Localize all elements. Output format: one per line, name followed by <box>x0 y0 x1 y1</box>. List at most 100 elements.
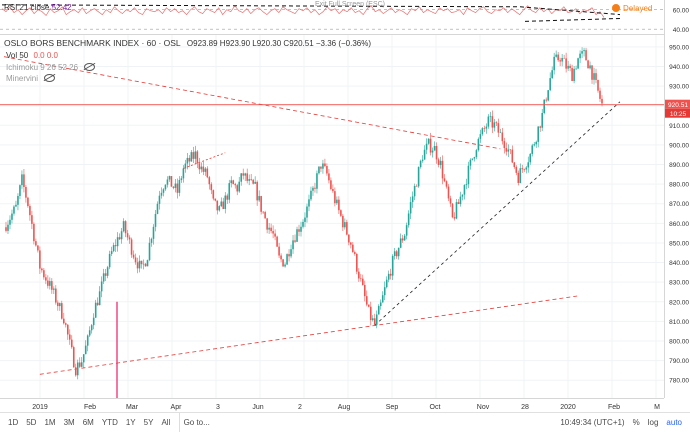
candle-body <box>435 145 438 160</box>
rsi-legend-label: RSI 21 close <box>4 3 50 12</box>
hidden-eye-icon[interactable] <box>44 74 56 82</box>
vol-legend[interactable]: Vol 50 0.0 0.0 <box>6 51 58 60</box>
ichimoku-legend[interactable]: Ichimoku 9 26 52 26 <box>6 62 96 72</box>
candle-body <box>168 176 171 180</box>
timeframe-3m[interactable]: 3M <box>60 413 79 432</box>
candle-body <box>178 179 181 193</box>
candle-body <box>491 116 494 128</box>
percent-toggle[interactable]: % <box>629 413 644 432</box>
candle-body <box>300 226 302 232</box>
candle-body <box>80 362 83 367</box>
candle-body <box>318 166 320 174</box>
candle-body <box>138 260 141 269</box>
timeframe-5y[interactable]: 5Y <box>140 413 158 432</box>
candle-body <box>346 222 348 235</box>
candle-body <box>262 211 264 213</box>
candle-body <box>565 58 567 69</box>
price-axis-label: 900.00 <box>669 142 689 149</box>
candle-body <box>238 181 241 192</box>
candle-body <box>220 201 223 207</box>
timeframe-ytd[interactable]: YTD <box>98 413 122 432</box>
candle-body <box>134 257 137 263</box>
candle-body <box>142 263 145 265</box>
exit-fullscreen-tip[interactable]: Exit Full Screen (ESC) <box>315 1 385 8</box>
candle-body <box>589 65 591 69</box>
auto-toggle[interactable]: auto <box>662 413 686 432</box>
candle-body <box>290 249 292 257</box>
candle-body <box>298 229 300 232</box>
candle-body <box>381 295 384 303</box>
candle-body <box>206 168 209 178</box>
log-toggle[interactable]: log <box>644 413 663 432</box>
bottom-toolbar: 1D 5D 1M 3M 6M YTD 1Y 5Y All Go to... 10:49:34 (… <box>0 412 690 432</box>
candle-body <box>234 184 237 186</box>
candle-body <box>595 73 597 80</box>
minervini-legend[interactable]: Minervini <box>6 73 56 83</box>
candle-body <box>250 179 252 180</box>
candle-body <box>49 281 51 286</box>
candle-body <box>55 288 57 303</box>
candle-body <box>254 181 256 184</box>
candle-body <box>375 314 378 325</box>
timeframe-1m[interactable]: 1M <box>40 413 59 432</box>
candle-body <box>66 324 69 335</box>
candle-body <box>202 166 205 172</box>
candle-body <box>194 151 197 159</box>
timeframe-all[interactable]: All <box>157 413 174 432</box>
candle-body <box>447 186 450 199</box>
candle-body <box>212 190 215 199</box>
candle-body <box>136 262 139 269</box>
candle-body <box>100 281 103 292</box>
price-axis-label: 870.00 <box>669 201 689 208</box>
candle-body <box>593 73 595 80</box>
time-axis[interactable]: 2019 Feb Mar Apr 3 Jun 2 Aug Sep Oct Nov 28 2020 Feb M <box>0 398 664 413</box>
price-axis[interactable]: 60.0040.00950.00940.00930.00920.00910.00… <box>664 0 690 398</box>
candle-body <box>192 152 195 159</box>
timeframe-1d[interactable]: 1D <box>4 413 22 432</box>
hidden-eye-icon[interactable] <box>84 63 96 71</box>
candle-body <box>497 123 500 133</box>
vol-values: 0.0 0.0 <box>33 51 58 60</box>
candle-body <box>128 237 131 240</box>
candle-body <box>37 245 39 251</box>
timeframe-5d[interactable]: 5D <box>22 413 40 432</box>
candle-body <box>256 181 258 201</box>
candle-body <box>459 196 462 205</box>
price-axis-label: 880.00 <box>669 182 689 189</box>
candle-body <box>102 273 105 282</box>
candle-body <box>461 194 464 197</box>
symbol-legend: OSLO BORS BENCHMARK INDEX · 60 · OSL O92… <box>4 38 371 48</box>
candle-body <box>140 260 143 265</box>
candle-body <box>90 325 93 331</box>
rsi-trendline-top <box>1 4 521 8</box>
candle-body <box>324 163 326 167</box>
price-axis-label: 940.00 <box>669 64 689 71</box>
candle-body <box>280 255 282 260</box>
timeframe-6m[interactable]: 6M <box>79 413 98 432</box>
candle-body <box>507 149 510 152</box>
candle-body <box>379 302 382 307</box>
candle-body <box>383 287 386 296</box>
rsi-legend-value: 52.42 <box>51 3 72 12</box>
candle-body <box>224 195 227 209</box>
candle-body <box>124 221 127 234</box>
candle-body <box>535 141 538 145</box>
price-axis-label: 910.00 <box>669 123 689 130</box>
candle-body <box>156 203 159 214</box>
goto-button[interactable]: Go to... <box>178 413 214 432</box>
candle-body <box>312 187 314 191</box>
candle-body <box>196 151 199 164</box>
candle-body <box>74 367 77 376</box>
rsi-pane[interactable]: RSI 21 close 52.42 Exit Full Screen (ESC… <box>0 0 664 35</box>
candle-body <box>515 167 518 173</box>
candle-body <box>11 213 13 220</box>
candle-body <box>190 152 193 162</box>
price-pane[interactable]: OSLO BORS BENCHMARK INDEX · 60 · OSL O92… <box>0 35 664 398</box>
timeframe-1y[interactable]: 1Y <box>122 413 140 432</box>
time-axis-label: Feb <box>608 404 620 411</box>
candle-body <box>395 251 398 257</box>
delayed-badge[interactable]: Delayed <box>612 4 652 13</box>
clock-readout[interactable]: 10:49:34 (UTC+1) <box>556 413 628 432</box>
price-chart <box>0 35 664 398</box>
candle-body <box>112 245 115 252</box>
